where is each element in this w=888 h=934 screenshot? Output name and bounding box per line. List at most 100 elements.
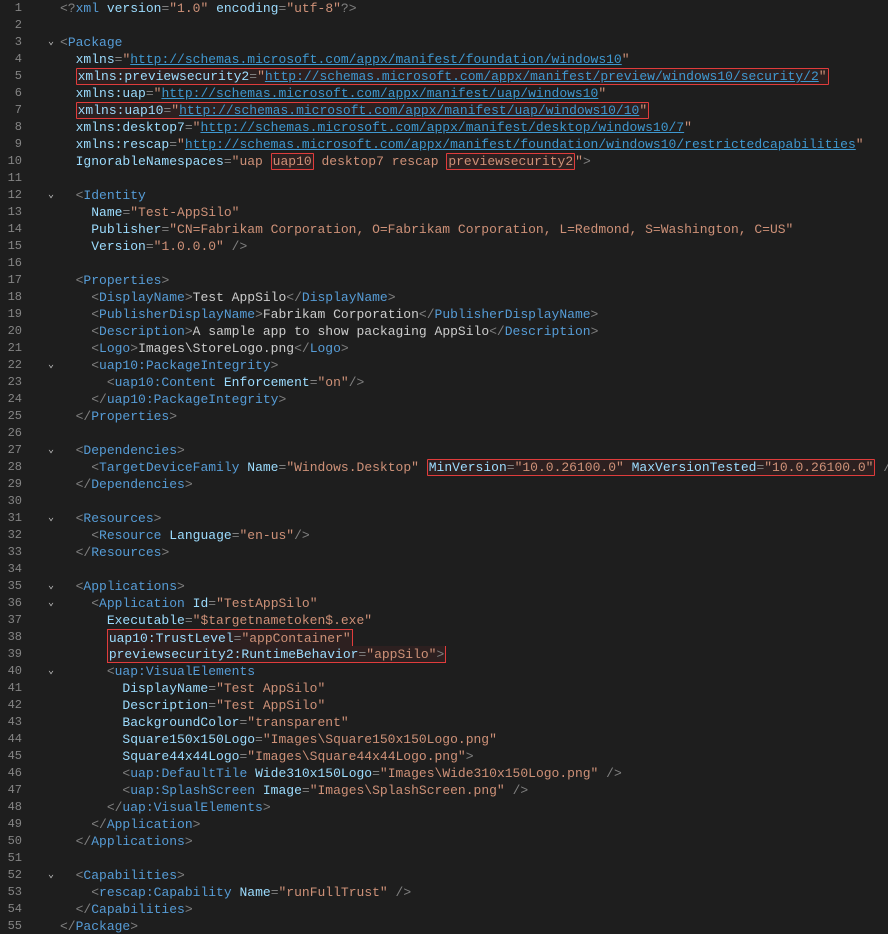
fold-chevron-icon[interactable]: ⌄ (42, 595, 60, 612)
fold-chevron-icon[interactable]: ⌄ (42, 578, 60, 595)
code-line[interactable]: </uap:VisualElements> (60, 799, 888, 816)
code-line[interactable] (60, 425, 888, 442)
code-line[interactable]: </Dependencies> (60, 476, 888, 493)
code-line[interactable]: Square44x44Logo="Images\Square44x44Logo.… (60, 748, 888, 765)
code-line[interactable]: </Properties> (60, 408, 888, 425)
code-line[interactable]: Version="1.0.0.0" /> (60, 238, 888, 255)
code-line[interactable]: <Applications> (60, 578, 888, 595)
code-line[interactable] (60, 255, 888, 272)
line-number: 24 (0, 391, 30, 408)
code-line[interactable] (60, 170, 888, 187)
code-line[interactable]: uap10:TrustLevel="appContainer" (60, 629, 888, 646)
fold-chevron-icon (42, 816, 60, 833)
code-line[interactable]: <uap:VisualElements (60, 663, 888, 680)
code-line[interactable]: <Application Id="TestAppSilo" (60, 595, 888, 612)
code-line[interactable] (60, 561, 888, 578)
code-line[interactable]: <uap:DefaultTile Wide310x150Logo="Images… (60, 765, 888, 782)
code-line[interactable]: xmlns:uap="http://schemas.microsoft.com/… (60, 85, 888, 102)
line-number: 26 (0, 425, 30, 442)
code-line[interactable]: BackgroundColor="transparent" (60, 714, 888, 731)
code-line[interactable]: previewsecurity2:RuntimeBehavior="appSil… (60, 646, 888, 663)
code-line[interactable]: <DisplayName>Test AppSilo</DisplayName> (60, 289, 888, 306)
line-number: 19 (0, 306, 30, 323)
fold-chevron-icon (42, 612, 60, 629)
code-line[interactable]: Name="Test-AppSilo" (60, 204, 888, 221)
line-number: 3 (0, 34, 30, 51)
fold-chevron-icon (42, 833, 60, 850)
code-line[interactable]: </Application> (60, 816, 888, 833)
code-line[interactable]: xmlns="http://schemas.microsoft.com/appx… (60, 51, 888, 68)
fold-chevron-icon (42, 17, 60, 34)
line-number: 9 (0, 136, 30, 153)
line-number: 41 (0, 680, 30, 697)
line-number: 50 (0, 833, 30, 850)
fold-chevron-icon (42, 153, 60, 170)
code-editor[interactable]: 1234567891011121314151617181920212223242… (0, 0, 888, 934)
fold-chevron-icon (42, 476, 60, 493)
code-line[interactable]: </Resources> (60, 544, 888, 561)
code-line[interactable]: <PublisherDisplayName>Fabrikam Corporati… (60, 306, 888, 323)
code-line[interactable]: <uap10:PackageIntegrity> (60, 357, 888, 374)
code-line[interactable] (60, 17, 888, 34)
code-line[interactable]: <Resource Language="en-us"/> (60, 527, 888, 544)
fold-chevron-icon[interactable]: ⌄ (42, 867, 60, 884)
code-line[interactable]: <uap10:Content Enforcement="on"/> (60, 374, 888, 391)
fold-chevron-icon (42, 255, 60, 272)
fold-chevron-icon[interactable]: ⌄ (42, 663, 60, 680)
fold-chevron-icon (42, 561, 60, 578)
fold-chevron-icon[interactable]: ⌄ (42, 357, 60, 374)
fold-chevron-icon[interactable]: ⌄ (42, 442, 60, 459)
line-number: 25 (0, 408, 30, 425)
code-line[interactable]: </Applications> (60, 833, 888, 850)
line-number: 43 (0, 714, 30, 731)
code-line[interactable]: <?xml version="1.0" encoding="utf-8"?> (60, 0, 888, 17)
code-line[interactable] (60, 850, 888, 867)
line-number: 22 (0, 357, 30, 374)
fold-chevron-icon[interactable]: ⌄ (42, 510, 60, 527)
code-line[interactable]: <Identity (60, 187, 888, 204)
code-line[interactable]: xmlns:desktop7="http://schemas.microsoft… (60, 119, 888, 136)
code-line[interactable]: <Description>A sample app to show packag… (60, 323, 888, 340)
code-line[interactable]: Executable="$targetnametoken$.exe" (60, 612, 888, 629)
code-line[interactable]: <Resources> (60, 510, 888, 527)
code-line[interactable]: xmlns:uap10="http://schemas.microsoft.co… (60, 102, 888, 119)
line-number: 23 (0, 374, 30, 391)
code-line[interactable]: <Capabilities> (60, 867, 888, 884)
code-area[interactable]: <?xml version="1.0" encoding="utf-8"?> <P… (60, 0, 888, 934)
code-line[interactable]: <Logo>Images\StoreLogo.png</Logo> (60, 340, 888, 357)
code-line[interactable]: Publisher="CN=Fabrikam Corporation, O=Fa… (60, 221, 888, 238)
line-number: 11 (0, 170, 30, 187)
code-line[interactable]: <Dependencies> (60, 442, 888, 459)
highlight-box: MinVersion="10.0.26100.0" MaxVersionTest… (427, 459, 876, 476)
code-line[interactable] (60, 493, 888, 510)
code-line[interactable]: <TargetDeviceFamily Name="Windows.Deskto… (60, 459, 888, 476)
highlight-box: uap10:TrustLevel="appContainer" (107, 629, 353, 646)
code-line[interactable]: xmlns:previewsecurity2="http://schemas.m… (60, 68, 888, 85)
code-line[interactable]: <Properties> (60, 272, 888, 289)
fold-chevron-icon (42, 238, 60, 255)
code-line[interactable]: <rescap:Capability Name="runFullTrust" /… (60, 884, 888, 901)
code-line[interactable]: xmlns:rescap="http://schemas.microsoft.c… (60, 136, 888, 153)
code-line[interactable]: </Package> (60, 918, 888, 934)
code-line[interactable]: Description="Test AppSilo" (60, 697, 888, 714)
fold-chevron-icon (42, 221, 60, 238)
fold-chevron-icon[interactable]: ⌄ (42, 34, 60, 51)
line-number: 35 (0, 578, 30, 595)
code-line[interactable]: </uap10:PackageIntegrity> (60, 391, 888, 408)
line-number-gutter: 1234567891011121314151617181920212223242… (0, 0, 42, 934)
line-number: 4 (0, 51, 30, 68)
code-line[interactable]: DisplayName="Test AppSilo" (60, 680, 888, 697)
line-number: 33 (0, 544, 30, 561)
line-number: 49 (0, 816, 30, 833)
code-line[interactable]: Square150x150Logo="Images\Square150x150L… (60, 731, 888, 748)
code-line[interactable]: </Capabilities> (60, 901, 888, 918)
code-line[interactable]: <uap:SplashScreen Image="Images\SplashSc… (60, 782, 888, 799)
line-number: 55 (0, 918, 30, 934)
fold-chevron-icon (42, 629, 60, 646)
fold-chevron-icon (42, 884, 60, 901)
code-line[interactable]: <Package (60, 34, 888, 51)
code-line[interactable]: IgnorableNamespaces="uap uap10 desktop7 … (60, 153, 888, 170)
fold-gutter[interactable]: ⌄⌄⌄⌄⌄⌄⌄⌄⌄ (42, 0, 60, 934)
fold-chevron-icon[interactable]: ⌄ (42, 187, 60, 204)
fold-chevron-icon (42, 68, 60, 85)
